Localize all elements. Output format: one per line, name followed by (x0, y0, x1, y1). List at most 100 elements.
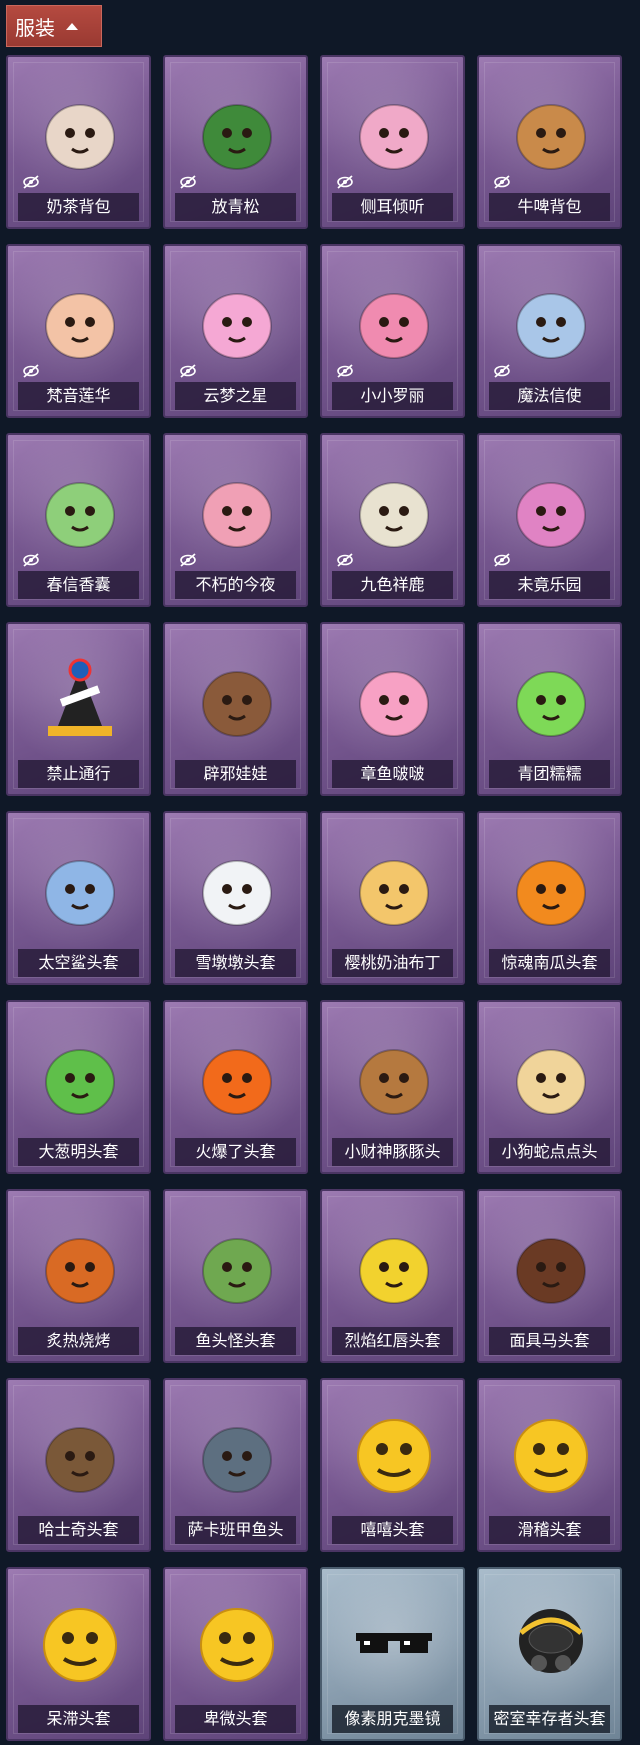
costume-card[interactable]: 魔法信使 (477, 244, 622, 418)
costume-label: 未竟乐园 (489, 571, 610, 599)
fire-head-icon (187, 1026, 287, 1126)
cow-barrel-icon (501, 81, 601, 181)
eye-off-icon[interactable] (336, 553, 354, 567)
costume-card[interactable]: 小狗蛇点点头 (477, 1000, 622, 1174)
costume-card[interactable]: 牛啤背包 (477, 55, 622, 229)
costume-label: 惊魂南瓜头套 (489, 949, 610, 977)
scallion-icon (30, 1026, 130, 1126)
milk-tea-backpack-icon (30, 81, 130, 181)
costume-label: 太空鲨头套 (18, 949, 139, 977)
costume-card[interactable]: 嘻嘻头套 (320, 1378, 465, 1552)
costume-card[interactable]: 火爆了头套 (163, 1000, 308, 1174)
costume-label: 哈士奇头套 (18, 1516, 139, 1544)
costume-card[interactable]: 炙热烧烤 (6, 1189, 151, 1363)
costume-card[interactable]: 哈士奇头套 (6, 1378, 151, 1552)
pixel-sunglasses-icon (344, 1593, 444, 1693)
costume-label: 像素朋克墨镜 (332, 1705, 453, 1733)
unicorn-cloud-icon (187, 270, 287, 370)
costume-card[interactable]: 卑微头套 (163, 1567, 308, 1741)
costume-card[interactable]: 烈焰红唇头套 (320, 1189, 465, 1363)
costume-card[interactable]: 辟邪娃娃 (163, 622, 308, 796)
costume-label: 樱桃奶油布丁 (332, 949, 453, 977)
costume-category-button[interactable]: 服装 (6, 5, 102, 47)
eye-off-icon[interactable] (179, 553, 197, 567)
costume-label: 卑微头套 (175, 1705, 296, 1733)
costume-card[interactable]: 樱桃奶油布丁 (320, 811, 465, 985)
costume-label: 侧耳倾听 (332, 193, 453, 221)
costume-label: 九色祥鹿 (332, 571, 453, 599)
costume-card[interactable]: 大葱明头套 (6, 1000, 151, 1174)
snake-head-icon (501, 1026, 601, 1126)
shark-helmet-icon (30, 837, 130, 937)
bonsai-pine-icon (187, 81, 287, 181)
costume-card[interactable]: 雪墩墩头套 (163, 811, 308, 985)
capybara-icon (344, 1026, 444, 1126)
lotus-girl-icon (30, 270, 130, 370)
clown-girl-icon (501, 459, 601, 559)
costume-card[interactable]: 青团糯糯 (477, 622, 622, 796)
costume-label: 炙热烧烤 (18, 1327, 139, 1355)
doll-head-icon (187, 648, 287, 748)
costume-card[interactable]: 云梦之星 (163, 244, 308, 418)
sachet-icon (30, 459, 130, 559)
pumpkin-icon (501, 837, 601, 937)
costume-card[interactable]: 章鱼啵啵 (320, 622, 465, 796)
smirk-emoji-icon (501, 1404, 601, 1504)
costume-label: 春信香囊 (18, 571, 139, 599)
eye-off-icon[interactable] (493, 175, 511, 189)
costume-label: 火爆了头套 (175, 1138, 296, 1166)
octopus-icon (344, 648, 444, 748)
costume-label: 面具马头套 (489, 1327, 610, 1355)
eye-off-icon[interactable] (22, 553, 40, 567)
costume-card[interactable]: 鱼头怪头套 (163, 1189, 308, 1363)
costume-label: 密室幸存者头套 (489, 1705, 610, 1733)
pudding-icon (344, 837, 444, 937)
costume-card[interactable]: 像素朋克墨镜 (320, 1567, 465, 1741)
costume-label: 魔法信使 (489, 382, 610, 410)
costume-label: 小财神豚豚头 (332, 1138, 453, 1166)
eye-off-icon[interactable] (22, 364, 40, 378)
eye-off-icon[interactable] (336, 364, 354, 378)
costume-card[interactable]: 奶茶背包 (6, 55, 151, 229)
costume-card[interactable]: 太空鲨头套 (6, 811, 151, 985)
green-dumpling-icon (501, 648, 601, 748)
costume-card[interactable]: 小财神豚豚头 (320, 1000, 465, 1174)
costume-card[interactable]: 萨卡班甲鱼头 (163, 1378, 308, 1552)
costume-label: 烈焰红唇头套 (332, 1327, 453, 1355)
eye-off-icon[interactable] (493, 553, 511, 567)
elephant-plush-icon (501, 270, 601, 370)
costume-label: 辟邪娃娃 (175, 760, 296, 788)
eye-off-icon[interactable] (336, 175, 354, 189)
costume-label: 云梦之星 (175, 382, 296, 410)
deer-icon (344, 459, 444, 559)
costume-card[interactable]: 密室幸存者头套 (477, 1567, 622, 1741)
costume-card[interactable]: 未竟乐园 (477, 433, 622, 607)
costume-label: 牛啤背包 (489, 193, 610, 221)
costume-label: 雪墩墩头套 (175, 949, 296, 977)
grin-emoji-icon (344, 1404, 444, 1504)
costume-card[interactable]: 小小罗丽 (320, 244, 465, 418)
costume-card[interactable]: 梵音莲华 (6, 244, 151, 418)
snowman-head-icon (187, 837, 287, 937)
costume-card[interactable]: 面具马头套 (477, 1189, 622, 1363)
eye-off-icon[interactable] (179, 175, 197, 189)
costume-card[interactable]: 放青松 (163, 55, 308, 229)
costume-card[interactable]: 九色祥鹿 (320, 433, 465, 607)
costume-card[interactable]: 惊魂南瓜头套 (477, 811, 622, 985)
no-entry-cone-icon (30, 648, 130, 748)
costume-card[interactable]: 春信香囊 (6, 433, 151, 607)
costume-card[interactable]: 侧耳倾听 (320, 55, 465, 229)
shy-emoji-icon (187, 1593, 287, 1693)
costume-label: 放青松 (175, 193, 296, 221)
eye-off-icon[interactable] (179, 364, 197, 378)
category-label: 服装 (15, 15, 55, 40)
costume-label: 嘻嘻头套 (332, 1516, 453, 1544)
costume-label: 奶茶背包 (18, 193, 139, 221)
eye-off-icon[interactable] (22, 175, 40, 189)
costume-card[interactable]: 滑稽头套 (477, 1378, 622, 1552)
costume-card[interactable]: 呆滞头套 (6, 1567, 151, 1741)
eye-off-icon[interactable] (493, 364, 511, 378)
costume-card[interactable]: 禁止通行 (6, 622, 151, 796)
costume-card[interactable]: 不朽的今夜 (163, 433, 308, 607)
costume-label: 小狗蛇点点头 (489, 1138, 610, 1166)
